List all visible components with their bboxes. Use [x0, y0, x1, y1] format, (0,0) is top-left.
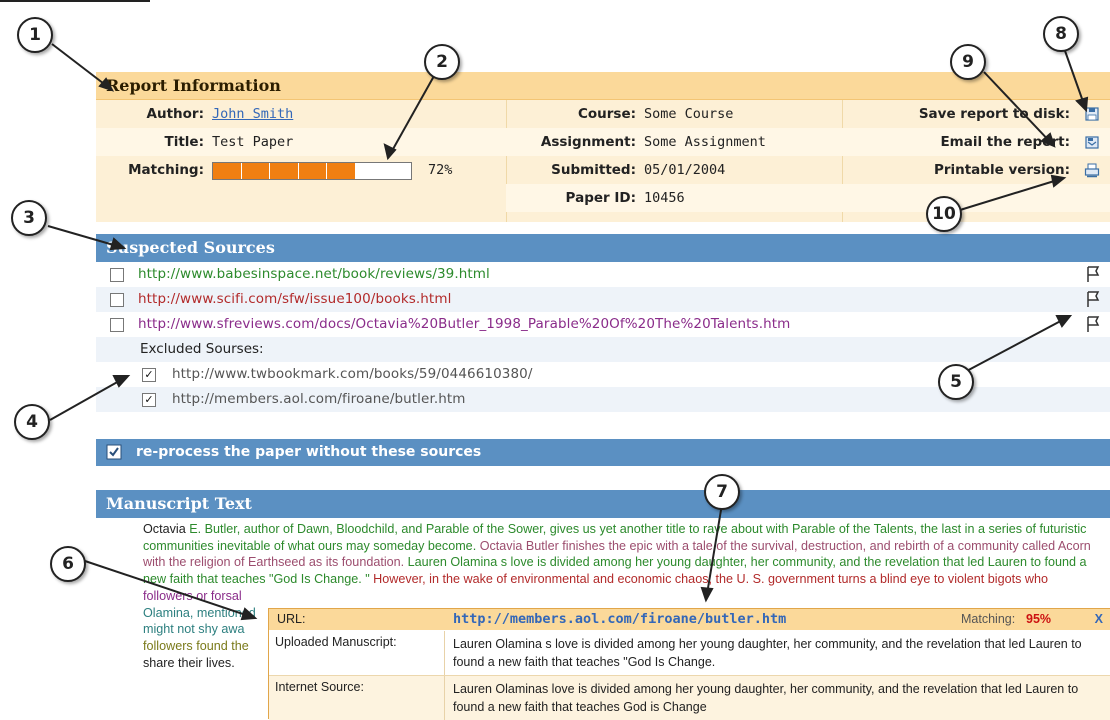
progress-segment — [213, 163, 242, 179]
email-report-label: Email the report: — [940, 134, 1070, 150]
callout-marker: 6 — [50, 546, 86, 582]
flag-icon[interactable] — [1084, 265, 1102, 283]
match-popup: URL: http://members.aol.com/firoane/butl… — [268, 608, 1110, 720]
match-segment[interactable]: followers or forsal — [143, 589, 242, 603]
match-segment[interactable]: followers found the — [143, 639, 249, 653]
callout-marker: 2 — [424, 44, 460, 80]
author-link[interactable]: John Smith — [212, 100, 293, 128]
source-row: http://www.sfreviews.com/docs/Octavia%20… — [96, 312, 1110, 337]
popup-matching-label: Matching: — [961, 612, 1016, 626]
source-row: http://www.babesinspace.net/book/reviews… — [96, 262, 1110, 287]
progress-segment — [298, 163, 327, 179]
title-label: Title: — [164, 134, 204, 150]
paper-id-value: 10456 — [644, 190, 685, 206]
callout-marker: 4 — [14, 404, 50, 440]
manuscript-header: Manuscript Text — [96, 490, 1110, 518]
internet-source-text: Lauren Olaminas love is divided among he… — [453, 682, 1079, 714]
matching-progress-bar — [212, 162, 412, 180]
paper-title: Test Paper — [212, 134, 294, 150]
assignment-value: Some Assignment — [644, 134, 766, 150]
suspected-sources-header: Suspected Sources — [96, 234, 1110, 262]
assignment-label: Assignment: — [540, 134, 636, 150]
callout-marker: 8 — [1043, 16, 1079, 52]
callout-marker: 3 — [11, 200, 47, 236]
progress-segment — [241, 163, 270, 179]
flag-icon[interactable] — [1084, 315, 1102, 333]
popup-url[interactable]: http://members.aol.com/firoane/butler.ht… — [453, 609, 786, 630]
excluded-source-link[interactable]: http://members.aol.com/firoane/butler.ht… — [172, 391, 466, 407]
progress-segment — [327, 163, 356, 179]
excluded-sources-label: Excluded Sourses: — [140, 341, 264, 357]
popup-matching-value: 95% — [1026, 612, 1052, 626]
internet-source-label: Internet Source: — [269, 676, 445, 720]
reprocess-icon — [106, 444, 122, 460]
source-checkbox[interactable] — [110, 293, 124, 307]
suspected-sources-panel: Suspected Sources http://www.babesinspac… — [96, 234, 1110, 466]
submitted-value: 05/01/2004 — [644, 162, 726, 178]
progress-segment — [270, 163, 299, 179]
source-link[interactable]: http://www.scifi.com/sfw/issue100/books.… — [138, 291, 451, 307]
matching-label: Matching: — [128, 162, 204, 178]
submitted-label: Submitted: — [551, 162, 636, 178]
source-row: http://www.scifi.com/sfw/issue100/books.… — [96, 287, 1110, 312]
callout-marker: 5 — [938, 364, 974, 400]
printable-version-label: Printable version: — [933, 162, 1070, 178]
paper-id-label: Paper ID: — [565, 190, 636, 206]
excluded-sources-row: Excluded Sourses: — [96, 337, 1110, 362]
callout-marker: 7 — [704, 474, 740, 510]
callout-marker: 9 — [950, 44, 986, 80]
top-rule — [0, 0, 150, 2]
source-link[interactable]: http://www.babesinspace.net/book/reviews… — [138, 266, 490, 282]
callout-marker: 1 — [17, 17, 53, 53]
matching-percent: 72% — [428, 162, 453, 178]
reprocess-label: re-process the paper without these sourc… — [136, 444, 482, 460]
popup-close-button[interactable]: X — [1095, 609, 1103, 630]
printer-icon[interactable] — [1084, 162, 1100, 178]
excluded-source-link[interactable]: http://www.twbookmark.com/books/59/04466… — [172, 366, 533, 382]
excluded-checkbox[interactable]: ✓ — [142, 393, 156, 407]
email-icon[interactable] — [1084, 134, 1100, 150]
source-checkbox[interactable] — [110, 318, 124, 332]
callout-marker: 10 — [926, 196, 962, 232]
course-label: Course: — [577, 106, 636, 122]
excluded-checkbox[interactable]: ✓ — [142, 368, 156, 382]
save-report-label: Save report to disk: — [918, 106, 1070, 122]
course-value: Some Course — [644, 106, 734, 122]
match-segment: share their lives. — [143, 655, 235, 670]
reprocess-button[interactable]: re-process the paper without these sourc… — [96, 439, 1110, 466]
match-segment[interactable]: might not shy awa — [143, 622, 245, 636]
save-disk-icon[interactable] — [1084, 106, 1100, 122]
popup-url-label: URL: — [277, 612, 306, 626]
match-segment[interactable]: However, in the wake of environmental an… — [373, 572, 1048, 586]
report-information-panel: Report Information Author: John Smith Ti… — [96, 72, 1110, 222]
author-label: Author: — [146, 106, 204, 122]
match-segment[interactable]: Olamina, mentioned — [143, 606, 256, 620]
uploaded-manuscript-label: Uploaded Manuscript: — [269, 631, 445, 675]
uploaded-manuscript-text: Lauren Olamina s love is divided among h… — [453, 637, 1082, 669]
source-checkbox[interactable] — [110, 268, 124, 282]
source-link[interactable]: http://www.sfreviews.com/docs/Octavia%20… — [138, 316, 790, 332]
flag-icon[interactable] — [1084, 290, 1102, 308]
